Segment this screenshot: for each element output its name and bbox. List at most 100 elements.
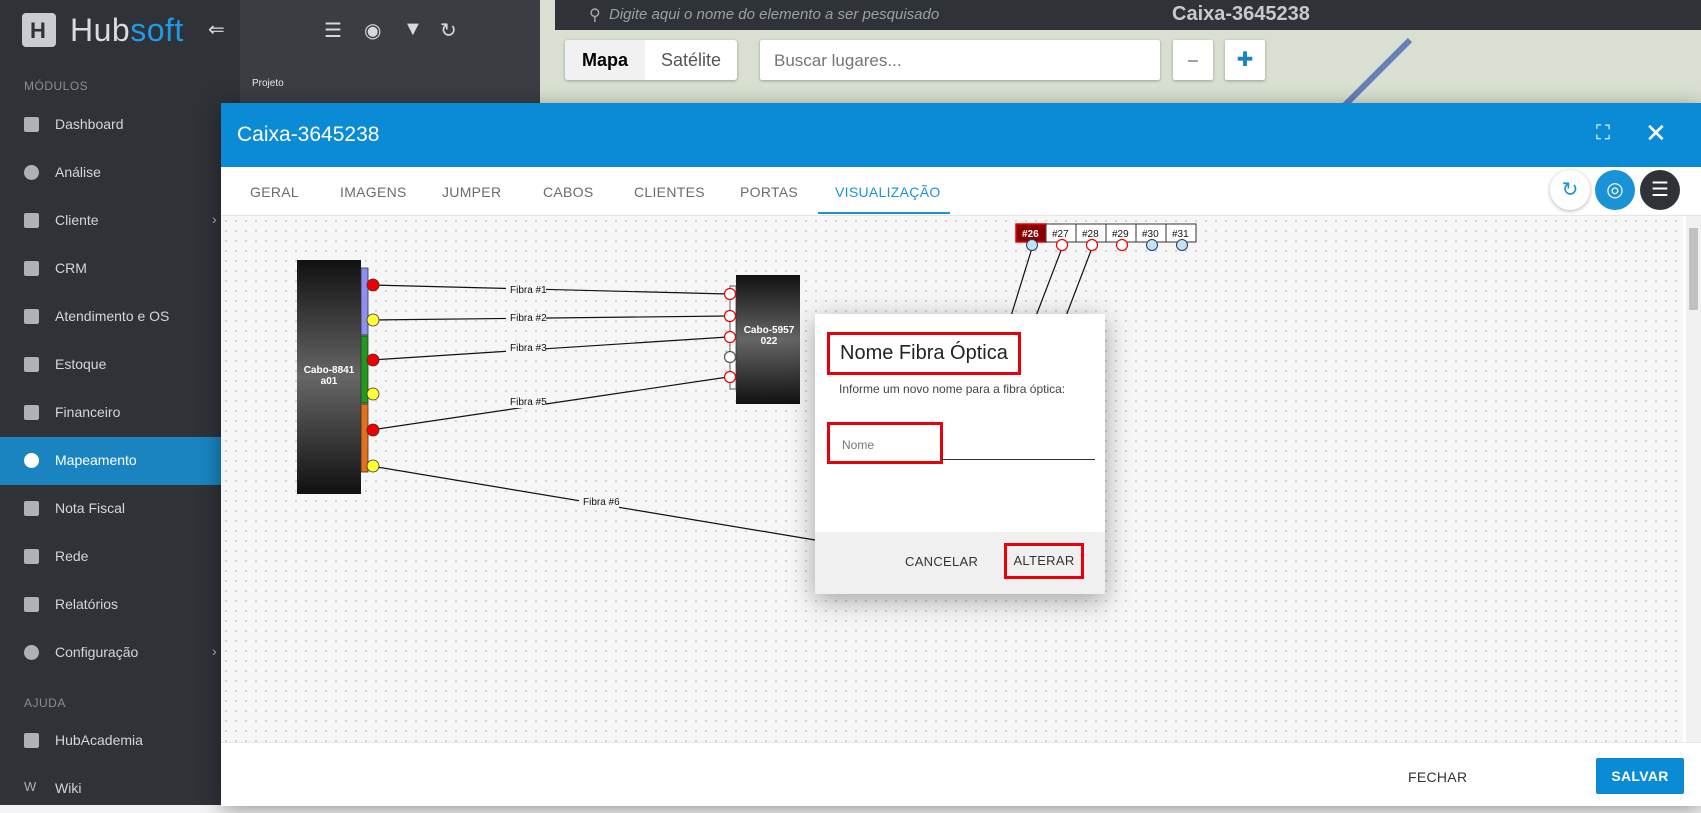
sidebar-item-configuracao[interactable]: Configuração ›	[0, 629, 240, 677]
fiber-line	[370, 336, 729, 361]
cable-right-label-line2: 022	[761, 336, 778, 347]
fiber-line	[370, 284, 729, 295]
fiber-port	[723, 330, 737, 344]
port-connector	[1085, 238, 1099, 252]
sidebar-item-label: Mapeamento	[55, 452, 137, 468]
menu-icon[interactable]: ☰	[324, 18, 342, 43]
filter-icon[interactable]: ▼	[403, 18, 423, 41]
tab-portas[interactable]: PORTAS	[740, 184, 798, 200]
box-icon	[24, 357, 39, 372]
tab-clientes[interactable]: CLIENTES	[634, 184, 705, 200]
search-icon: ⚲	[589, 7, 601, 24]
fiber-port	[366, 313, 380, 327]
locate-button[interactable]: ◎	[1595, 170, 1635, 210]
close-icon[interactable]: ✕	[1645, 118, 1667, 149]
sidebar-item-estoque[interactable]: Estoque	[0, 341, 240, 389]
sidebar-item-hubacademia[interactable]: HubAcademia	[0, 717, 240, 765]
dashboard-icon	[24, 117, 39, 132]
places-search-input[interactable]	[772, 50, 1146, 72]
fullscreen-icon[interactable]: ⛶	[1596, 122, 1610, 145]
fiber-port	[723, 370, 737, 384]
add-user-icon: ✚	[1236, 49, 1254, 71]
map-pin-icon	[24, 453, 39, 468]
sidebar-item-nota-fiscal[interactable]: Nota Fiscal	[0, 485, 240, 533]
element-search-placeholder[interactable]: Digite aqui o nome do elemento a ser pes…	[609, 6, 939, 23]
cable-left-tube-orange	[360, 403, 369, 473]
sidebar-item-wiki[interactable]: W Wiki	[0, 765, 240, 813]
fiber-line	[1010, 247, 1033, 317]
active-tab-indicator	[818, 212, 950, 214]
cable-left-label-line2: a01	[321, 376, 338, 387]
sidebar-item-mapeamento[interactable]: Mapeamento	[0, 437, 240, 485]
chevron-right-icon: ›	[212, 643, 217, 659]
calendar-clock-icon	[24, 309, 39, 324]
target-icon: ◎	[1606, 179, 1624, 201]
map-type-map-button[interactable]: Mapa	[565, 40, 645, 80]
map-type-satellite-button[interactable]: Satélite	[645, 40, 737, 80]
port-label: #30	[1142, 229, 1159, 240]
brand-logo[interactable]: H Hubsoft ⇐	[0, 0, 240, 60]
sidebar-item-label: Relatórios	[55, 596, 119, 612]
pie-chart-icon	[24, 165, 39, 180]
sidebar-item-atendimento[interactable]: Atendimento e OS	[0, 293, 240, 341]
port-connector	[1146, 239, 1158, 251]
tab-jumper[interactable]: JUMPER	[442, 184, 501, 200]
diagram-menu-button[interactable]: ☰	[1640, 170, 1680, 210]
modal-header: Caixa-3645238 ⛶ ✕	[221, 103, 1701, 167]
map-type-control: Mapa Satélite	[565, 40, 737, 80]
sidebar-item-cliente[interactable]: Cliente ›	[0, 197, 240, 245]
add-user-button[interactable]: ✚	[1225, 40, 1265, 80]
fiber-label: Fibra #3	[510, 343, 547, 354]
fiber-label: Fibra #1	[510, 285, 547, 296]
brand-name: Hubsoft	[70, 12, 184, 48]
diagram-scrollbar[interactable]	[1686, 216, 1701, 742]
sidebar-item-analise[interactable]: Análise	[0, 149, 240, 197]
fiber-label: Fibra #5	[510, 397, 547, 408]
fiber-label: Fibra #2	[510, 313, 547, 324]
sidebar-item-label: CRM	[55, 260, 87, 276]
name-field[interactable]	[827, 422, 943, 464]
port-label: #27	[1052, 229, 1069, 240]
sidebar-item-label: Nota Fiscal	[55, 500, 126, 516]
places-search-box[interactable]	[760, 40, 1160, 80]
tab-geral[interactable]: GERAL	[250, 184, 299, 200]
close-button[interactable]: FECHAR	[1408, 769, 1467, 785]
input-underline	[940, 459, 1095, 460]
tab-visualizacao[interactable]: VISUALIZAÇÃO	[835, 184, 941, 200]
sidebar-item-rede[interactable]: Rede	[0, 533, 240, 581]
alter-button[interactable]: ALTERAR	[1004, 543, 1084, 579]
collapse-sidebar-icon[interactable]: ⇐	[208, 17, 225, 42]
modal-tabs: GERAL IMAGENS JUMPER CABOS CLIENTES PORT…	[221, 167, 1701, 216]
sidebar-item-relatorios[interactable]: Relatórios	[0, 581, 240, 629]
sidebar-item-crm[interactable]: CRM	[0, 245, 240, 293]
cancel-button[interactable]: CANCELAR	[905, 554, 978, 569]
modal-footer: FECHAR SALVAR	[221, 742, 1701, 806]
name-input[interactable]	[840, 437, 934, 453]
sidebar-item-label: HubAcademia	[55, 732, 143, 748]
dialog-title: Nome Fibra Óptica	[827, 332, 1021, 375]
report-icon	[24, 597, 39, 612]
sidebar-item-label: Configuração	[55, 644, 139, 660]
wiki-icon: W	[24, 779, 37, 794]
save-button[interactable]: SALVAR	[1596, 758, 1684, 794]
scrollbar-thumb[interactable]	[1689, 228, 1698, 310]
element-search-bar[interactable]: ⚲ Digite aqui o nome do elemento a ser p…	[555, 0, 1701, 30]
ruler-icon: ⎯	[1188, 49, 1198, 71]
ruler-button[interactable]: ⎯	[1173, 40, 1213, 80]
cable-right-label: Cabo-5957	[744, 325, 795, 336]
refresh-icon[interactable]: ↻	[440, 18, 457, 43]
help-section-header: AJUDA	[24, 696, 66, 710]
refresh-diagram-button[interactable]: ↻	[1550, 170, 1590, 210]
modal-title: Caixa-3645238	[237, 123, 380, 146]
port-connector	[1055, 238, 1069, 252]
fiber-line	[370, 315, 729, 321]
server-icon	[24, 549, 39, 564]
sidebar-item-dashboard[interactable]: Dashboard	[0, 101, 240, 149]
port-connector	[1026, 239, 1038, 251]
location-pin-icon[interactable]: ◉	[364, 18, 381, 43]
invoice-icon	[24, 501, 39, 516]
contact-card-icon	[24, 213, 39, 228]
sidebar-item-financeiro[interactable]: Financeiro	[0, 389, 240, 437]
tab-cabos[interactable]: CABOS	[543, 184, 594, 200]
tab-imagens[interactable]: IMAGENS	[340, 184, 407, 200]
